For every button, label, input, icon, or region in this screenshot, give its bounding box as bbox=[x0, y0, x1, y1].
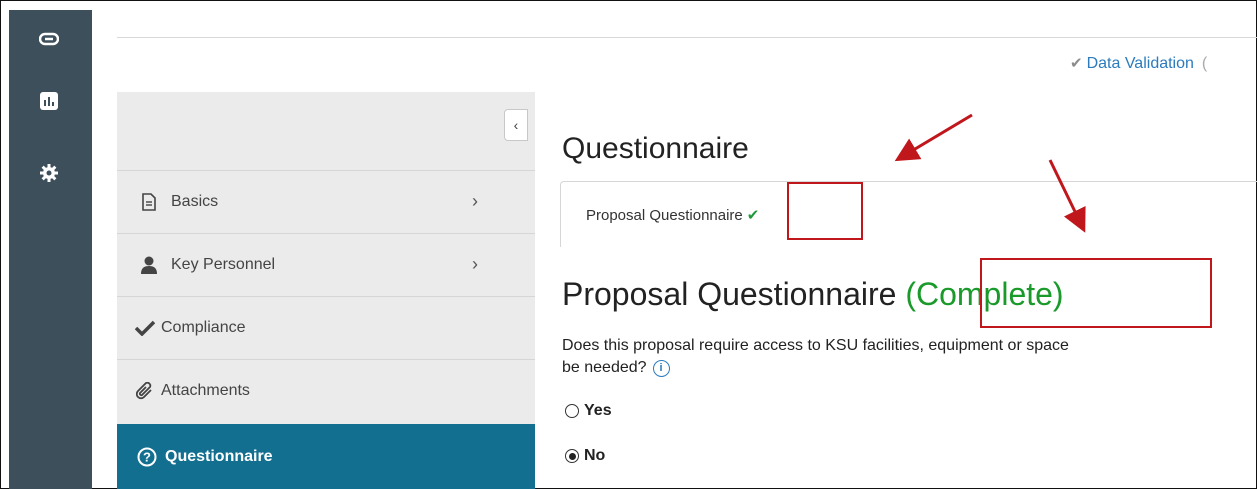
app-rail bbox=[9, 10, 92, 489]
annotation-box-tab-check bbox=[787, 182, 863, 240]
nav-item-key-personnel[interactable]: Key Personnel › bbox=[117, 233, 535, 296]
gear-icon[interactable] bbox=[37, 161, 61, 185]
nav-item-label: Questionnaire bbox=[165, 447, 273, 465]
question-circle-icon: ? bbox=[137, 447, 157, 467]
tab-label: Proposal Questionnaire bbox=[586, 207, 743, 224]
document-icon bbox=[139, 193, 159, 211]
annotation-box-complete bbox=[980, 258, 1212, 328]
tab-proposal-questionnaire[interactable]: Proposal Questionnaire ✔ bbox=[586, 206, 759, 224]
check-icon: ✔ bbox=[1070, 55, 1083, 72]
radio-label: No bbox=[584, 447, 606, 464]
nav-item-label: Compliance bbox=[161, 319, 246, 336]
svg-text:?: ? bbox=[143, 449, 151, 464]
data-validation-link[interactable]: ✔ Data Validation( bbox=[1070, 54, 1207, 73]
chevron-right-icon: › bbox=[472, 191, 478, 211]
paperclip-icon bbox=[135, 382, 155, 400]
nav-item-basics[interactable]: Basics › bbox=[117, 170, 535, 233]
nav-item-label: Key Personnel bbox=[171, 256, 276, 273]
link-icon[interactable] bbox=[37, 27, 61, 51]
check-icon bbox=[135, 320, 155, 336]
nav-item-label: Attachments bbox=[161, 382, 250, 399]
person-icon bbox=[139, 256, 159, 274]
radio-button[interactable] bbox=[565, 404, 579, 418]
collapse-nav-button[interactable]: ‹ bbox=[504, 109, 528, 141]
info-icon[interactable]: i bbox=[652, 360, 670, 377]
nav-item-attachments[interactable]: Attachments bbox=[117, 359, 535, 422]
nav-item-questionnaire[interactable]: ? Questionnaire bbox=[117, 424, 535, 489]
header-divider bbox=[117, 37, 1257, 38]
radio-button[interactable] bbox=[565, 449, 579, 463]
chart-icon[interactable] bbox=[37, 89, 61, 113]
radio-label: Yes bbox=[584, 402, 612, 419]
radio-option-yes[interactable]: Yes bbox=[565, 402, 612, 420]
radio-option-no[interactable]: No bbox=[565, 447, 605, 465]
chevron-left-icon: ‹ bbox=[513, 117, 519, 133]
page-title: Questionnaire bbox=[562, 132, 749, 165]
nav-item-compliance[interactable]: Compliance bbox=[117, 296, 535, 359]
check-icon: ✔ bbox=[746, 207, 760, 224]
chevron-right-icon: › bbox=[472, 254, 478, 274]
question-text: Does this proposal require access to KSU… bbox=[562, 337, 1069, 377]
data-validation-label: Data Validation bbox=[1086, 55, 1194, 72]
nav-item-label: Basics bbox=[171, 193, 219, 210]
